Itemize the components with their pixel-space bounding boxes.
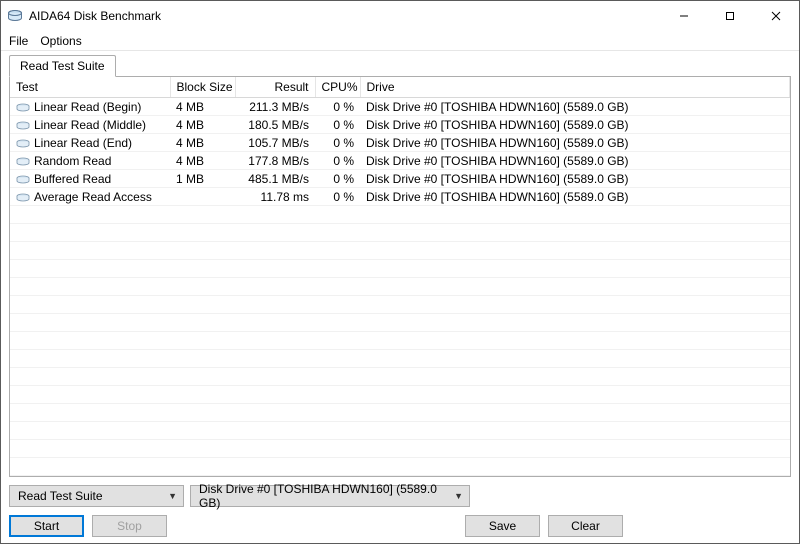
cell-cpu: 0 % xyxy=(315,98,360,116)
cell-block: 4 MB xyxy=(170,134,235,152)
table-row-empty xyxy=(10,404,790,422)
cell-test: Buffered Read xyxy=(10,170,170,188)
cell-test: Linear Read (Begin) xyxy=(10,98,170,116)
window-title: AIDA64 Disk Benchmark xyxy=(29,9,661,23)
clear-button[interactable]: Clear xyxy=(548,515,623,537)
cell-test: Average Read Access xyxy=(10,188,170,206)
table-row-empty xyxy=(10,458,790,476)
cell-cpu: 0 % xyxy=(315,134,360,152)
results-table: Test Block Size Result CPU% Drive Linear… xyxy=(10,77,790,476)
title-bar: AIDA64 Disk Benchmark xyxy=(1,1,799,31)
cell-drive: Disk Drive #0 [TOSHIBA HDWN160] (5589.0 … xyxy=(360,152,790,170)
table-row-empty xyxy=(10,422,790,440)
cell-block: 4 MB xyxy=(170,152,235,170)
table-row-empty xyxy=(10,296,790,314)
table-row[interactable]: Average Read Access 11.78 ms0 %Disk Drive… xyxy=(10,188,790,206)
table-row-empty xyxy=(10,332,790,350)
cell-result: 211.3 MB/s xyxy=(235,98,315,116)
table-row[interactable]: Linear Read (Begin)4 MB211.3 MB/s0 %Disk… xyxy=(10,98,790,116)
disk-icon xyxy=(16,138,30,148)
tab-panel: Test Block Size Result CPU% Drive Linear… xyxy=(9,76,791,477)
menu-file[interactable]: File xyxy=(5,32,36,50)
col-drive[interactable]: Drive xyxy=(360,77,790,98)
table-header-row: Test Block Size Result CPU% Drive xyxy=(10,77,790,98)
cell-cpu: 0 % xyxy=(315,188,360,206)
col-block-size[interactable]: Block Size xyxy=(170,77,235,98)
col-result[interactable]: Result xyxy=(235,77,315,98)
table-row[interactable]: Linear Read (End)4 MB105.7 MB/s0 %Disk D… xyxy=(10,134,790,152)
chevron-down-icon: ▼ xyxy=(168,491,177,501)
disk-icon xyxy=(16,120,30,130)
cell-result: 180.5 MB/s xyxy=(235,116,315,134)
close-button[interactable] xyxy=(753,1,799,31)
cell-result: 177.8 MB/s xyxy=(235,152,315,170)
cell-result: 485.1 MB/s xyxy=(235,170,315,188)
stop-button: Stop xyxy=(92,515,167,537)
cell-block: 1 MB xyxy=(170,170,235,188)
table-row-empty xyxy=(10,314,790,332)
cell-drive: Disk Drive #0 [TOSHIBA HDWN160] (5589.0 … xyxy=(360,134,790,152)
table-row[interactable]: Linear Read (Middle)4 MB180.5 MB/s0 %Dis… xyxy=(10,116,790,134)
table-row[interactable]: Random Read4 MB177.8 MB/s0 %Disk Drive #… xyxy=(10,152,790,170)
cell-drive: Disk Drive #0 [TOSHIBA HDWN160] (5589.0 … xyxy=(360,98,790,116)
app-icon xyxy=(7,8,23,24)
cell-block: 4 MB xyxy=(170,98,235,116)
disk-icon xyxy=(16,102,30,112)
chevron-down-icon: ▼ xyxy=(454,491,463,501)
disk-icon xyxy=(16,192,30,202)
suite-select-value: Read Test Suite xyxy=(18,489,103,503)
table-row[interactable]: Buffered Read1 MB485.1 MB/s0 %Disk Drive… xyxy=(10,170,790,188)
cell-block xyxy=(170,188,235,206)
cell-cpu: 0 % xyxy=(315,116,360,134)
cell-cpu: 0 % xyxy=(315,152,360,170)
table-row-empty xyxy=(10,224,790,242)
start-button[interactable]: Start xyxy=(9,515,84,537)
table-row-empty xyxy=(10,440,790,458)
cell-test: Random Read xyxy=(10,152,170,170)
table-row-empty xyxy=(10,386,790,404)
cell-test: Linear Read (End) xyxy=(10,134,170,152)
minimize-button[interactable] xyxy=(661,1,707,31)
col-test[interactable]: Test xyxy=(10,77,170,98)
cell-result: 11.78 ms xyxy=(235,188,315,206)
table-row-empty xyxy=(10,242,790,260)
cell-drive: Disk Drive #0 [TOSHIBA HDWN160] (5589.0 … xyxy=(360,170,790,188)
suite-select[interactable]: Read Test Suite ▼ xyxy=(9,485,184,507)
cell-result: 105.7 MB/s xyxy=(235,134,315,152)
cell-cpu: 0 % xyxy=(315,170,360,188)
col-cpu[interactable]: CPU% xyxy=(315,77,360,98)
cell-block: 4 MB xyxy=(170,116,235,134)
disk-icon xyxy=(16,174,30,184)
content-area: Read Test Suite Test Block Size Result C… xyxy=(1,51,799,545)
drive-select-value: Disk Drive #0 [TOSHIBA HDWN160] (5589.0 … xyxy=(199,482,444,510)
save-button[interactable]: Save xyxy=(465,515,540,537)
table-row-empty xyxy=(10,278,790,296)
drive-select[interactable]: Disk Drive #0 [TOSHIBA HDWN160] (5589.0 … xyxy=(190,485,470,507)
tab-strip: Read Test Suite xyxy=(9,55,791,77)
window-buttons xyxy=(661,1,799,31)
bottom-controls: Read Test Suite ▼ Disk Drive #0 [TOSHIBA… xyxy=(9,485,791,537)
table-row-empty xyxy=(10,350,790,368)
tab-read-test-suite[interactable]: Read Test Suite xyxy=(9,55,116,77)
disk-icon xyxy=(16,156,30,166)
menu-options[interactable]: Options xyxy=(36,32,89,50)
table-row-empty xyxy=(10,206,790,224)
cell-drive: Disk Drive #0 [TOSHIBA HDWN160] (5589.0 … xyxy=(360,188,790,206)
maximize-button[interactable] xyxy=(707,1,753,31)
cell-drive: Disk Drive #0 [TOSHIBA HDWN160] (5589.0 … xyxy=(360,116,790,134)
menu-bar: File Options xyxy=(1,31,799,51)
table-row-empty xyxy=(10,260,790,278)
table-row-empty xyxy=(10,368,790,386)
cell-test: Linear Read (Middle) xyxy=(10,116,170,134)
